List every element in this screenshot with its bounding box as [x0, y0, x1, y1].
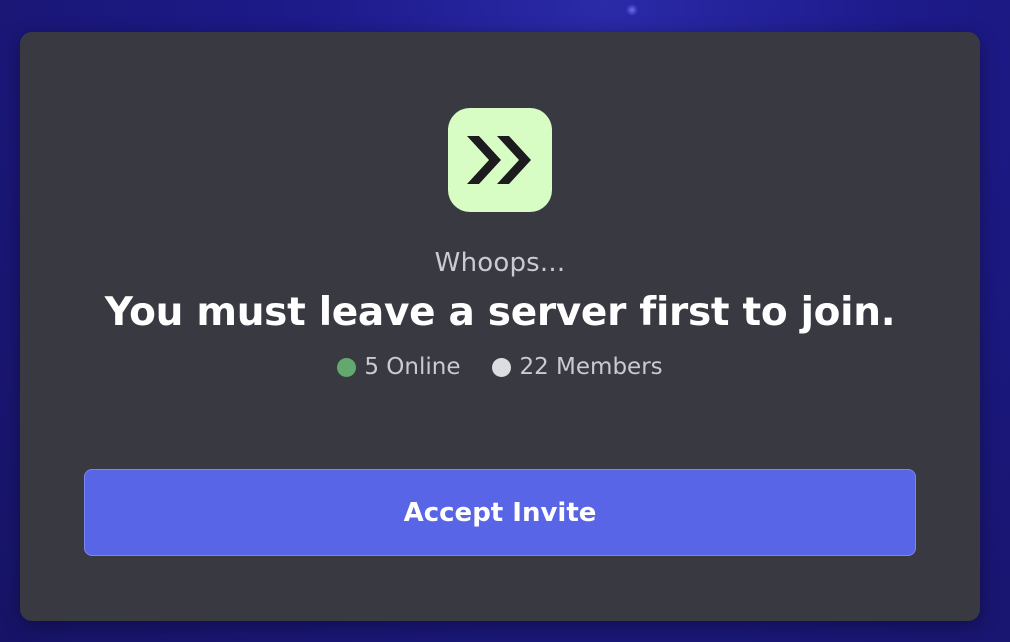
online-count: 5 Online: [337, 354, 460, 380]
member-count-label: 22 Members: [519, 354, 663, 380]
server-icon: [448, 108, 552, 212]
server-stats: 5 Online 22 Members: [20, 354, 980, 380]
background-glow: [626, 4, 638, 16]
online-count-label: 5 Online: [364, 354, 461, 380]
invite-card: Whoops... You must leave a server first …: [20, 32, 980, 621]
online-status-icon: [337, 357, 357, 377]
double-chevron-right-icon: [467, 136, 531, 184]
member-count: 22 Members: [492, 354, 663, 380]
invite-title: You must leave a server first to join.: [104, 290, 896, 335]
invite-subtitle: Whoops...: [434, 248, 566, 278]
members-status-icon: [492, 357, 512, 377]
accept-invite-button[interactable]: Accept Invite: [84, 469, 916, 556]
